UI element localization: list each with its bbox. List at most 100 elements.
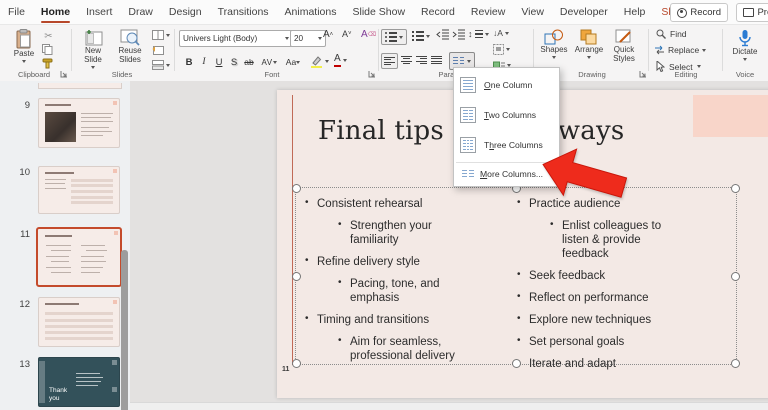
tab-home[interactable]: Home bbox=[33, 0, 78, 24]
increase-indent-button[interactable] bbox=[452, 29, 465, 40]
reset-icon bbox=[152, 46, 164, 55]
align-left-button[interactable] bbox=[381, 53, 398, 69]
thumbnail-slide-11-selected[interactable] bbox=[36, 227, 122, 287]
highlight-color-button[interactable] bbox=[310, 55, 329, 68]
tab-developer[interactable]: Developer bbox=[552, 0, 616, 24]
bullet-item: • Refine delivery style bbox=[305, 255, 420, 269]
bullets-icon bbox=[385, 32, 397, 42]
resize-handle-top-left[interactable] bbox=[292, 184, 301, 193]
find-button[interactable]: Find bbox=[656, 29, 687, 39]
thumbnail-scrollbar[interactable] bbox=[121, 250, 128, 410]
menu-bar: File Home Insert Draw Design Transitions… bbox=[0, 0, 768, 25]
bold-button[interactable]: B bbox=[182, 55, 196, 69]
dictate-button[interactable]: Dictate bbox=[728, 29, 762, 61]
font-size-select[interactable]: 20 bbox=[290, 30, 326, 47]
tab-insert[interactable]: Insert bbox=[78, 0, 120, 24]
resize-handle-bottom-right[interactable] bbox=[731, 359, 740, 368]
font-color-button[interactable]: A bbox=[334, 53, 347, 67]
shapes-button[interactable]: Shapes bbox=[538, 29, 570, 59]
two-columns-icon bbox=[460, 107, 476, 123]
resize-handle-bottom-left[interactable] bbox=[292, 359, 301, 368]
quick-styles-icon bbox=[615, 29, 631, 43]
decrease-indent-button[interactable] bbox=[436, 29, 449, 40]
menu-item-one-column[interactable]: One Column bbox=[454, 70, 559, 100]
resize-handle-mid-right[interactable] bbox=[731, 272, 740, 281]
justify-icon bbox=[430, 55, 442, 65]
decrease-indent-icon bbox=[436, 29, 449, 40]
ribbon: Paste ✂ Clipboard New Slide Reuse Slides… bbox=[0, 25, 768, 82]
shapes-icon bbox=[544, 29, 563, 45]
tab-review[interactable]: Review bbox=[463, 0, 513, 24]
tab-record[interactable]: Record bbox=[413, 0, 463, 24]
thumbnail-slide-13[interactable]: Thank you bbox=[38, 357, 120, 407]
tab-file[interactable]: File bbox=[0, 0, 33, 24]
slide-accent-line bbox=[292, 95, 293, 365]
format-painter-button[interactable] bbox=[42, 58, 54, 69]
tab-transitions[interactable]: Transitions bbox=[210, 0, 277, 24]
layout-icon bbox=[152, 30, 164, 40]
cut-button[interactable]: ✂ bbox=[42, 30, 55, 42]
character-spacing-button[interactable]: AV bbox=[259, 55, 279, 69]
drawing-dialog-launcher[interactable] bbox=[639, 70, 647, 78]
quick-styles-button[interactable]: Quick Styles bbox=[606, 29, 642, 64]
change-case-button[interactable]: Aa bbox=[283, 55, 303, 69]
underline-button[interactable]: U bbox=[212, 55, 226, 69]
content-textbox[interactable]: • Consistent rehearsal • Strengthen your f… bbox=[292, 184, 740, 370]
replace-button[interactable]: Replace bbox=[654, 45, 707, 55]
paste-icon bbox=[16, 29, 31, 49]
italic-button[interactable]: I bbox=[197, 55, 211, 69]
increase-font-button[interactable]: A ˄ bbox=[323, 29, 333, 40]
thumbnail-slide-10[interactable] bbox=[38, 166, 120, 214]
replace-icon bbox=[655, 45, 664, 55]
text-direction-button[interactable]: ↓A bbox=[493, 28, 509, 38]
tab-slide-show[interactable]: Slide Show bbox=[345, 0, 414, 24]
tab-draw[interactable]: Draw bbox=[120, 0, 161, 24]
thumbnail-slide-9[interactable] bbox=[38, 98, 120, 148]
reuse-slides-button[interactable]: Reuse Slides bbox=[112, 29, 148, 65]
new-slide-button[interactable]: New Slide bbox=[76, 29, 110, 69]
decrease-font-button[interactable]: A ˅ bbox=[342, 29, 352, 39]
editing-group-label: Editing bbox=[674, 70, 698, 79]
record-button[interactable]: Record bbox=[670, 3, 728, 22]
justify-button[interactable] bbox=[429, 53, 443, 67]
clipboard-dialog-launcher[interactable] bbox=[60, 70, 68, 78]
strikethrough-button[interactable]: ab bbox=[242, 55, 256, 69]
align-text-button[interactable] bbox=[493, 44, 510, 55]
font-name-select[interactable]: Univers Light (Body) bbox=[179, 30, 293, 47]
record-icon bbox=[677, 7, 688, 18]
slide-canvas: Final tips & takeaways 11 •Consistent re… bbox=[130, 81, 768, 410]
bullet-column-right: • Practice audience • Enlist colleagues to… bbox=[516, 197, 676, 379]
tab-view[interactable]: View bbox=[513, 0, 552, 24]
align-right-button[interactable] bbox=[414, 53, 428, 67]
text-shadow-button[interactable]: S bbox=[227, 55, 241, 69]
resize-handle-mid-left[interactable] bbox=[292, 272, 301, 281]
arrange-button[interactable]: Arrange bbox=[572, 29, 606, 59]
one-column-icon bbox=[460, 77, 476, 93]
resize-handle-top-right[interactable] bbox=[731, 184, 740, 193]
tab-design[interactable]: Design bbox=[161, 0, 210, 24]
section-button[interactable] bbox=[152, 60, 170, 70]
bullets-button[interactable] bbox=[381, 29, 407, 45]
menu-item-two-columns[interactable]: Two Columns bbox=[454, 100, 559, 130]
tab-help[interactable]: Help bbox=[616, 0, 654, 24]
bullet-item: •Iterate and adapt bbox=[517, 357, 616, 371]
clear-formatting-button[interactable]: A ⌫ bbox=[361, 29, 376, 40]
thumbnail-number: 13 bbox=[19, 359, 30, 370]
copy-button[interactable] bbox=[42, 44, 53, 55]
annotation-arrow bbox=[542, 148, 628, 198]
numbering-button[interactable] bbox=[409, 29, 433, 43]
layout-button[interactable] bbox=[152, 30, 170, 40]
copy-icon bbox=[42, 44, 53, 55]
new-slide-icon bbox=[85, 30, 103, 46]
tab-animations[interactable]: Animations bbox=[277, 0, 345, 24]
reset-button[interactable] bbox=[152, 45, 164, 55]
thumbnail-slide-12[interactable] bbox=[38, 297, 120, 347]
present-button[interactable]: Pres bbox=[736, 3, 768, 22]
format-painter-icon bbox=[42, 58, 53, 69]
resize-handle-bottom-center[interactable] bbox=[512, 359, 521, 368]
line-spacing-button[interactable]: ↕ bbox=[468, 29, 489, 39]
align-center-button[interactable] bbox=[399, 53, 413, 67]
columns-icon bbox=[453, 56, 464, 66]
font-dialog-launcher[interactable] bbox=[368, 70, 376, 78]
paste-button[interactable]: Paste bbox=[8, 29, 40, 63]
